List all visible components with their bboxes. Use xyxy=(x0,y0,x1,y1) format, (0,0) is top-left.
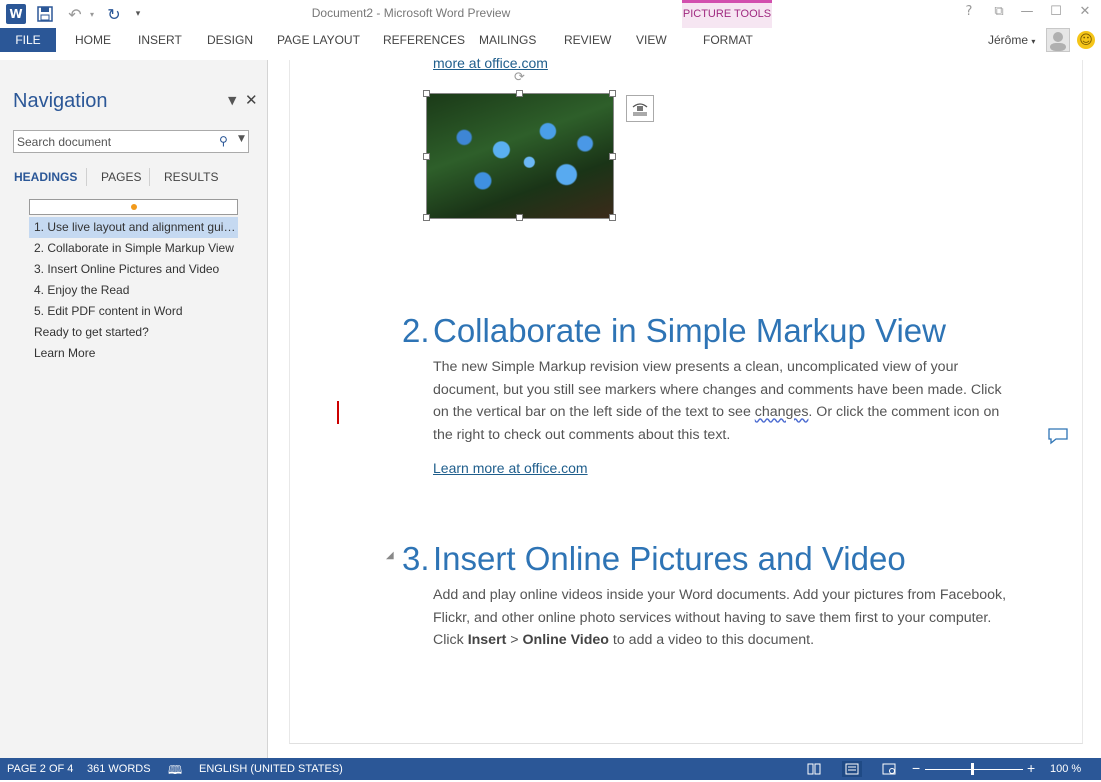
comment-icon[interactable] xyxy=(1047,427,1069,445)
rotate-handle-icon[interactable]: ⟳ xyxy=(514,70,525,85)
nav-tab-divider xyxy=(149,168,150,186)
nav-tab-results[interactable]: RESULTS xyxy=(164,170,218,184)
paragraph-text: to add a video to this document. xyxy=(608,632,815,649)
page-count[interactable]: PAGE 2 OF 4 xyxy=(7,763,73,775)
search-input[interactable] xyxy=(17,133,213,150)
section-3-number: 3. xyxy=(402,540,430,577)
section-2-number: 2. xyxy=(402,312,430,349)
office-link-top[interactable]: more at office.com xyxy=(433,55,548,71)
tab-page-layout[interactable]: PAGE LAYOUT xyxy=(277,28,360,52)
resize-handle[interactable] xyxy=(423,90,430,97)
marked-change-text[interactable]: changes xyxy=(755,404,809,420)
user-account-name[interactable]: Jérôme ▾ xyxy=(988,33,1035,47)
send-feedback-smiley-icon[interactable]: ☺ xyxy=(1077,31,1095,49)
resize-handle[interactable] xyxy=(423,153,430,160)
tab-mailings[interactable]: MAILINGS xyxy=(479,28,536,52)
web-layout-icon[interactable] xyxy=(879,761,899,777)
zoom-in-button[interactable]: + xyxy=(1027,760,1035,776)
heading-drop-indicator xyxy=(29,199,238,215)
resize-handle[interactable] xyxy=(609,153,616,160)
heading-item[interactable]: 4. Enjoy the Read xyxy=(29,280,238,301)
read-mode-icon[interactable] xyxy=(804,761,824,777)
zoom-slider-track[interactable] xyxy=(925,769,1023,770)
document-page[interactable]: more at office.com ⟳ 2. Collaborate in S… xyxy=(289,55,1083,744)
proofing-book-icon[interactable]: 🕮 xyxy=(168,761,182,782)
avatar[interactable] xyxy=(1046,28,1070,52)
tab-home[interactable]: HOME xyxy=(75,28,111,52)
resize-handle[interactable] xyxy=(423,214,430,221)
bold-insert-text: Insert xyxy=(467,632,507,649)
section-3-paragraph[interactable]: Add and play online videos inside your W… xyxy=(433,584,1018,652)
zoom-level[interactable]: 100 % xyxy=(1050,763,1081,775)
close-window-button[interactable]: ✕ xyxy=(1072,4,1098,24)
resize-handle[interactable] xyxy=(516,214,523,221)
close-pane-icon[interactable]: ✕ xyxy=(245,91,258,109)
section-3-heading[interactable]: Insert Online Pictures and Video xyxy=(433,540,906,578)
heading-item[interactable]: 3. Insert Online Pictures and Video xyxy=(29,259,238,280)
layout-options-icon[interactable] xyxy=(626,95,654,122)
selected-picture[interactable] xyxy=(423,90,616,221)
bold-online-video-text: Online Video xyxy=(522,632,609,649)
heading-item[interactable]: Ready to get started? xyxy=(29,322,238,343)
print-layout-icon[interactable] xyxy=(842,761,862,777)
zoom-out-button[interactable]: − xyxy=(912,760,920,776)
search-options-chevron-down-icon[interactable]: ▼ xyxy=(238,134,245,144)
ribbon-collapsed-area xyxy=(0,52,1101,60)
section-2-heading[interactable]: Collaborate in Simple Markup View xyxy=(433,312,946,350)
tab-insert[interactable]: INSERT xyxy=(138,28,182,52)
resize-handle[interactable] xyxy=(609,90,616,97)
learn-more-link[interactable]: Learn more at office.com xyxy=(433,460,588,476)
chevron-down-icon: ▾ xyxy=(1031,37,1036,46)
heading-item[interactable]: 1. Use live layout and alignment guides xyxy=(29,217,238,238)
heading-item[interactable]: 2. Collaborate in Simple Markup View xyxy=(29,238,238,259)
nav-tab-headings[interactable]: HEADINGS xyxy=(14,170,77,184)
user-name-text: Jérôme xyxy=(988,33,1029,47)
heading-item[interactable]: Learn More xyxy=(29,343,238,364)
pane-options-chevron-down-icon[interactable]: ▼ xyxy=(228,94,236,107)
picture-tools-label: PICTURE TOOLS xyxy=(682,8,772,20)
help-icon[interactable]: ? xyxy=(956,4,982,24)
tab-design[interactable]: DESIGN xyxy=(207,28,253,52)
navigation-pane: Navigation ▼ ✕ ⚲ ▼ HEADINGS PAGES RESULT… xyxy=(0,60,268,758)
nav-tab-pages[interactable]: PAGES xyxy=(101,170,141,184)
headings-list: 1. Use live layout and alignment guides … xyxy=(29,217,238,364)
navigation-title: Navigation xyxy=(13,90,108,112)
resize-handle[interactable] xyxy=(516,90,523,97)
language-indicator[interactable]: ENGLISH (UNITED STATES) xyxy=(199,763,343,775)
separator-text: > xyxy=(506,632,523,649)
document-area[interactable]: more at office.com ⟳ 2. Collaborate in S… xyxy=(269,55,1101,758)
zoom-slider-thumb[interactable] xyxy=(971,763,974,775)
heading-item[interactable]: 5. Edit PDF content in Word xyxy=(29,301,238,322)
search-icon[interactable]: ⚲ xyxy=(219,134,228,148)
section-2-paragraph[interactable]: The new Simple Markup revision view pres… xyxy=(433,356,1018,447)
tab-format[interactable]: FORMAT xyxy=(703,28,753,52)
word-count[interactable]: 361 WORDS xyxy=(87,763,151,775)
resize-handle[interactable] xyxy=(609,214,616,221)
maximize-button[interactable]: ☐ xyxy=(1043,4,1069,24)
insertion-point-dot xyxy=(131,204,137,210)
minimize-button[interactable]: — xyxy=(1014,4,1040,24)
search-document-box[interactable]: ⚲ ▼ xyxy=(13,130,249,153)
tab-references[interactable]: REFERENCES xyxy=(383,28,465,52)
tab-view[interactable]: VIEW xyxy=(636,28,667,52)
ribbon-tab-bar: FILE HOME INSERT DESIGN PAGE LAYOUT REFE… xyxy=(0,28,1101,52)
nav-tab-divider xyxy=(86,168,87,186)
tab-file[interactable]: FILE xyxy=(0,28,56,52)
revision-change-bar[interactable] xyxy=(337,401,339,424)
title-bar: W ↶ ▾ ↻ ▾ Document2 - Microsoft Word Pre… xyxy=(0,0,1101,28)
collapse-heading-icon[interactable]: ◢ xyxy=(386,550,394,561)
status-bar: PAGE 2 OF 4 361 WORDS 🕮 ENGLISH (UNITED … xyxy=(0,758,1101,780)
tab-review[interactable]: REVIEW xyxy=(564,28,611,52)
ribbon-display-options-icon[interactable]: ⧉ xyxy=(986,4,1012,24)
